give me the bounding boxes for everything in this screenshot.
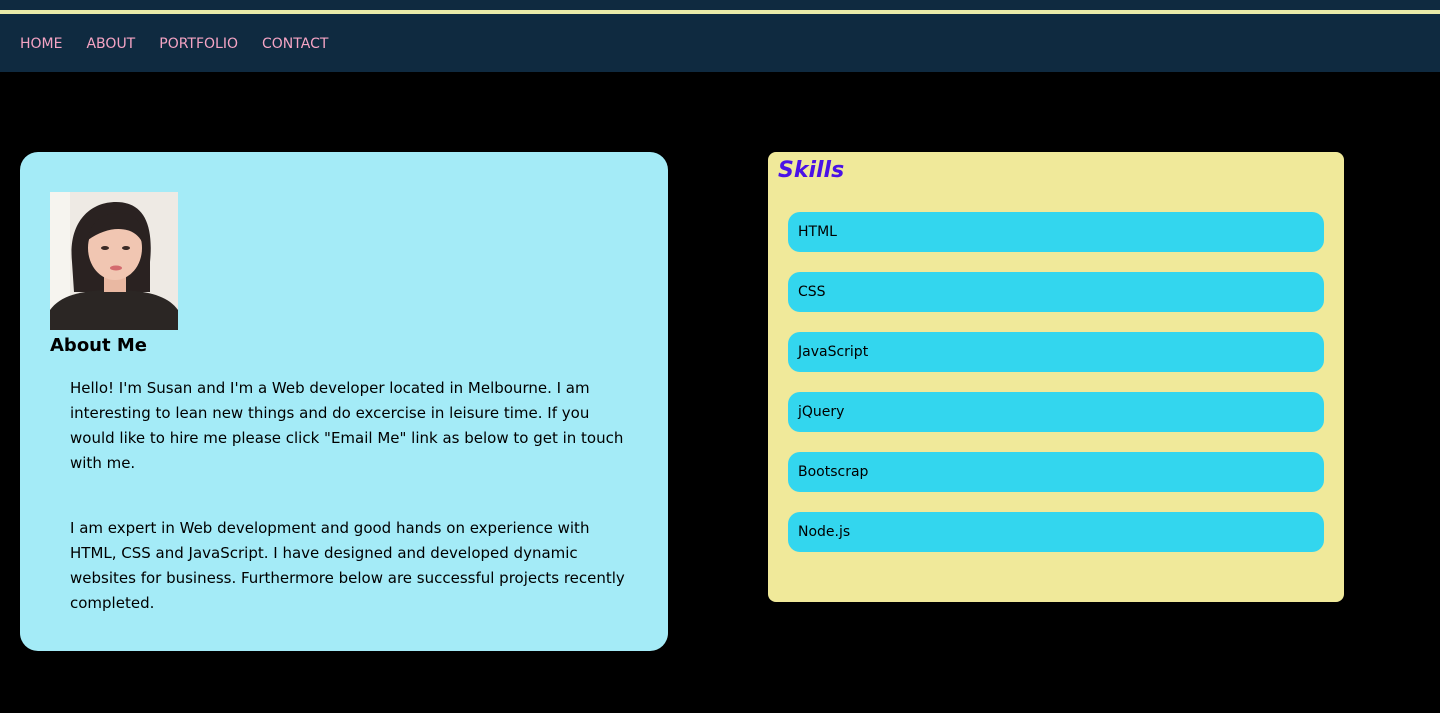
skills-card: Skills HTML CSS JavaScript jQuery Bootsc… — [768, 152, 1344, 602]
about-title: About Me — [50, 335, 147, 356]
nav-link-home[interactable]: HOME — [20, 34, 62, 54]
skill-item-jquery: jQuery — [788, 392, 1324, 432]
skill-item-bootscrap: Bootscrap — [788, 452, 1324, 492]
skills-title: Skills — [778, 158, 845, 183]
nav-link-contact[interactable]: CONTACT — [262, 34, 328, 54]
skill-item-nodejs: Node.js — [788, 512, 1324, 552]
about-card: About Me Hello! I'm Susan and I'm a Web … — [20, 152, 668, 651]
main-nav: HOME ABOUT PORTFOLIO CONTACT — [20, 34, 352, 54]
skill-item-html: HTML — [788, 212, 1324, 252]
profile-photo-image — [50, 192, 178, 330]
nav-link-portfolio[interactable]: PORTFOLIO — [159, 34, 238, 54]
about-paragraph-expertise: I am expert in Web development and good … — [70, 519, 625, 612]
nav-link-about[interactable]: ABOUT — [86, 34, 135, 54]
skill-item-css: CSS — [788, 272, 1324, 312]
navbar-top-stripe — [0, 10, 1440, 14]
skill-item-javascript: JavaScript — [788, 332, 1324, 372]
navbar: HOME ABOUT PORTFOLIO CONTACT — [0, 0, 1440, 72]
skills-list: HTML CSS JavaScript jQuery Bootscrap Nod… — [788, 212, 1324, 572]
profile-photo — [50, 192, 178, 330]
about-paragraph-intro: Hello! I'm Susan and I'm a Web developer… — [70, 379, 624, 472]
